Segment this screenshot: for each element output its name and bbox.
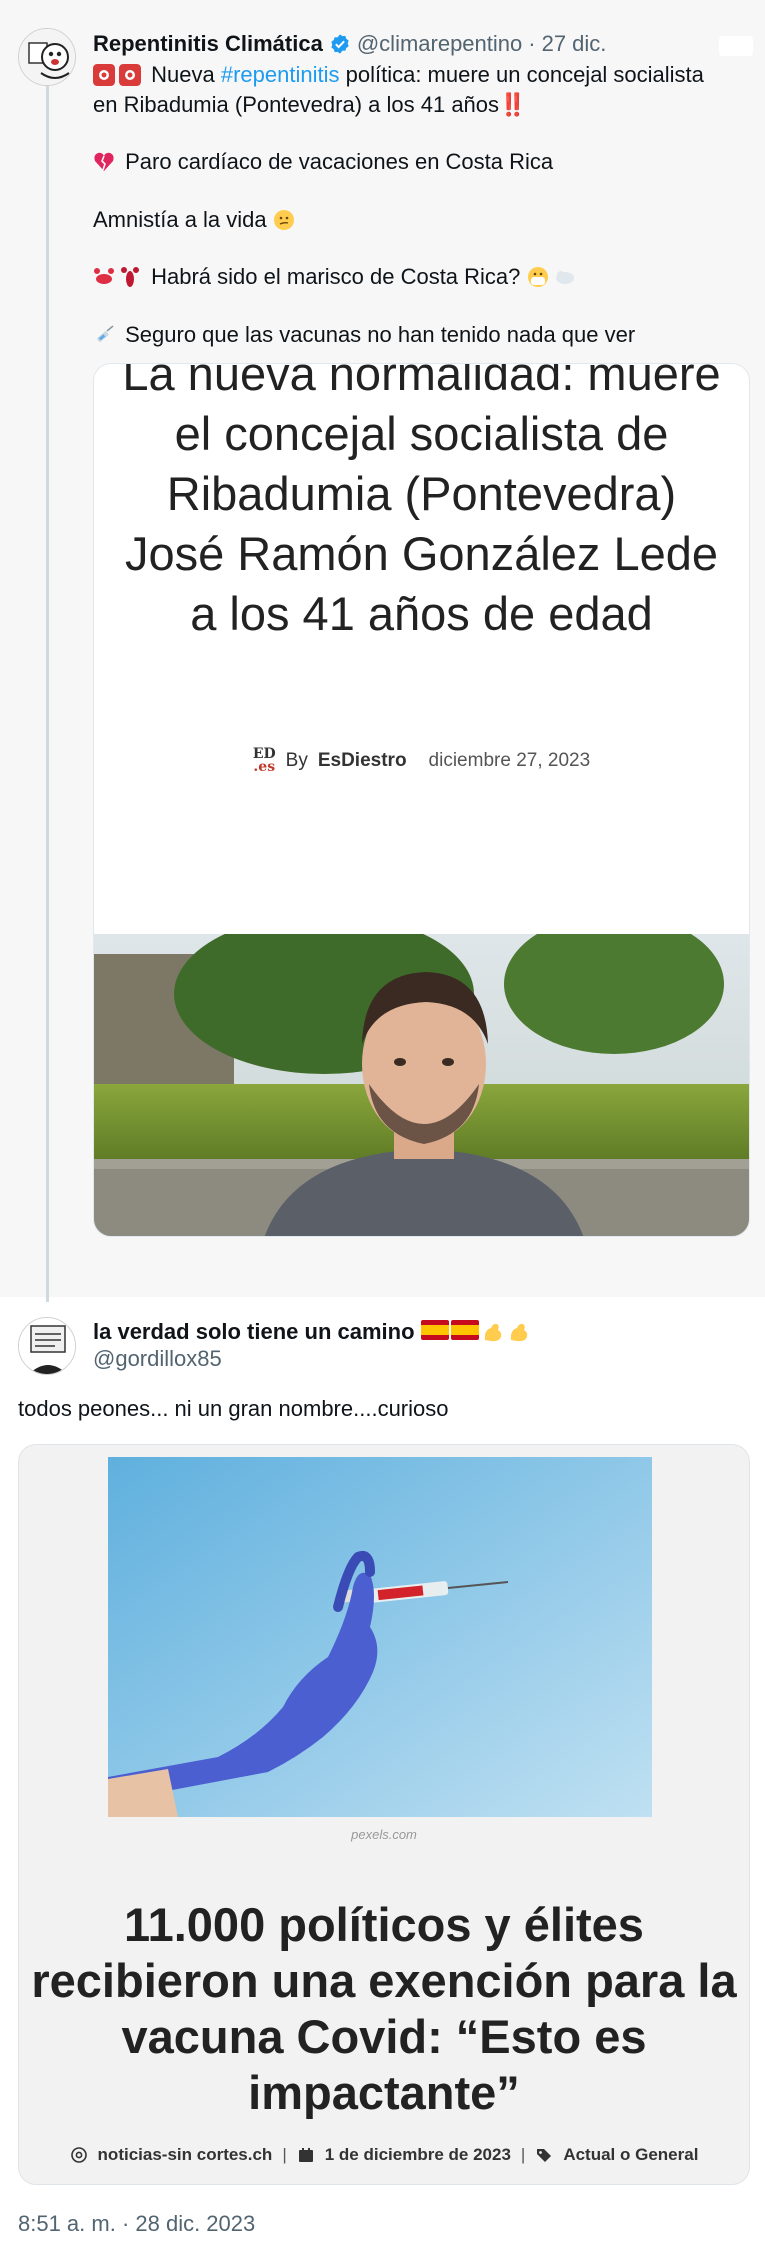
article-date: 1 de diciembre de 2023 [324,2145,511,2164]
parent-tweet[interactable]: Repentinitis Climática @climarepentino ·… [0,0,765,1302]
name-emojis [420,1320,531,1344]
article-category[interactable]: Actual o General [563,2145,698,2165]
calendar-icon [298,2148,313,2162]
text-line: Amnistía a la vida [93,207,267,232]
man-portrait-image [94,934,749,1236]
avatar[interactable] [18,28,76,86]
byline-author[interactable]: EsDiestro [318,750,407,772]
article-title: La nueva normalidad: muere el concejal s… [122,363,721,640]
thread-connector-line [46,86,49,1302]
text-line: Habrá sido el marisco de Costa Rica? [151,264,521,289]
flexed-biceps-icon [484,1323,501,1342]
tweet-timestamp[interactable]: 8:51 a. m. · 28 dic. 2023 [18,2211,255,2237]
esdiestro-logo: ED .es [252,746,276,775]
separator-dot: · [528,31,536,56]
handle[interactable]: @climarepentino [357,30,522,58]
article-source[interactable]: noticias-sin cortes.ch [98,2145,273,2165]
divider: | [282,2145,287,2164]
article-card[interactable]: La nueva normalidad: muere el concejal s… [93,363,750,1237]
tweet-text-line-2: en Ribadumia (Pontevedra) a los 41 años‼… [93,90,526,119]
broken-heart-emoji-icon [94,152,114,171]
thinking-face-emoji-icon [273,210,294,230]
text-prefix: Nueva [151,62,215,87]
article-byline: ED .es By EsDiestro diciembre 27, 2023 [94,746,749,775]
handle[interactable]: @gordillox85 [93,1346,222,1372]
lobster-emoji-icon [121,267,139,287]
tweet-text-line-5: Habrá sido el marisco de Costa Rica? [93,262,579,291]
siren-emoji-icon [93,64,115,86]
article-date: diciembre 27, 2023 [428,750,591,771]
more-options-button[interactable] [719,36,753,56]
hashtag-link[interactable]: #repentinitis [221,62,340,87]
author-line: la verdad solo tiene un camino [93,1318,531,1346]
reply-text: todos peones... ni un gran nombre....cur… [18,1396,449,1421]
verified-badge-icon [331,34,349,54]
mask-face-emoji-icon [527,267,548,287]
divider: | [520,2145,526,2164]
article-meta: noticias-sin cortes.ch | 1 de diciembre … [19,2145,749,2165]
avatar-cartoon-icon [19,29,75,85]
double-exclamation-emoji: ‼️ [499,92,527,117]
author-line: Repentinitis Climática @climarepentino ·… [93,30,606,58]
flexed-biceps-icon [510,1323,527,1342]
spain-flag-icon [420,1320,449,1340]
avatar-protest-sign-icon [19,1318,75,1374]
display-name[interactable]: la verdad solo tiene un camino [93,1318,415,1346]
wind-cloud-emoji-icon [555,271,574,284]
tweet-text-line-1: Nueva #repentinitis política: muere un c… [93,60,704,89]
siren-emoji-icon [119,64,141,86]
spain-flag-icon [450,1320,479,1340]
tweet-date[interactable]: 27 dic. [542,30,607,58]
text-line: Seguro que las vacunas no han tenido nad… [125,322,636,347]
at-sign-icon [70,2147,87,2163]
tags-icon [537,2149,552,2162]
tweet-text-line-3: Paro cardíaco de vacaciones en Costa Ric… [93,147,553,176]
avatar[interactable] [18,1317,76,1375]
text-line: en Ribadumia (Pontevedra) a los 41 años [93,92,500,117]
article-title: 11.000 políticos y élites recibieron una… [31,1898,737,2119]
tweet-text-line-4: Amnistía a la vida [93,205,299,234]
gloved-hand-syringe-image [108,1457,652,1817]
image-credit: pexels.com [351,1827,417,1842]
display-name[interactable]: Repentinitis Climática [93,30,323,58]
crab-emoji-icon [94,268,114,284]
tweet-text-line-6: Seguro que las vacunas no han tenido nad… [93,320,635,349]
text-line: Paro cardíaco de vacaciones en Costa Ric… [125,149,554,174]
byline-by: By [285,750,308,771]
text-suffix: política: muere un concejal socialista [345,62,704,87]
article-card[interactable]: pexels.com 11.000 políticos y élites rec… [18,1444,750,2185]
syringe-emoji-icon [96,325,114,343]
